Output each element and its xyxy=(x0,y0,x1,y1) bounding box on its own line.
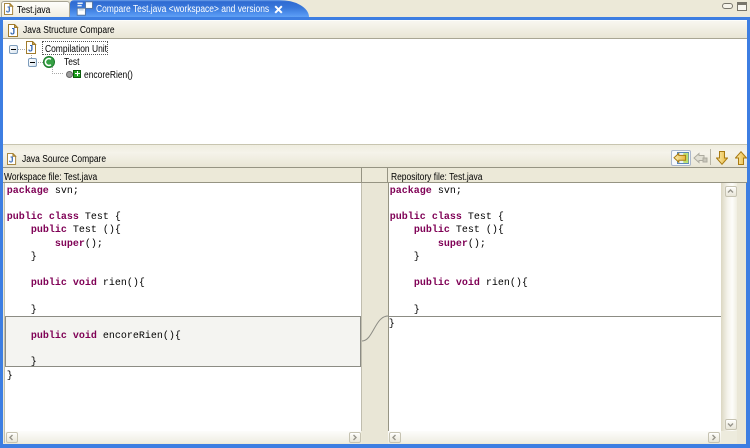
svg-text:J: J xyxy=(28,44,33,54)
svg-text:J: J xyxy=(10,27,15,37)
svg-text:J: J xyxy=(9,156,14,165)
svg-text:J: J xyxy=(6,6,11,15)
